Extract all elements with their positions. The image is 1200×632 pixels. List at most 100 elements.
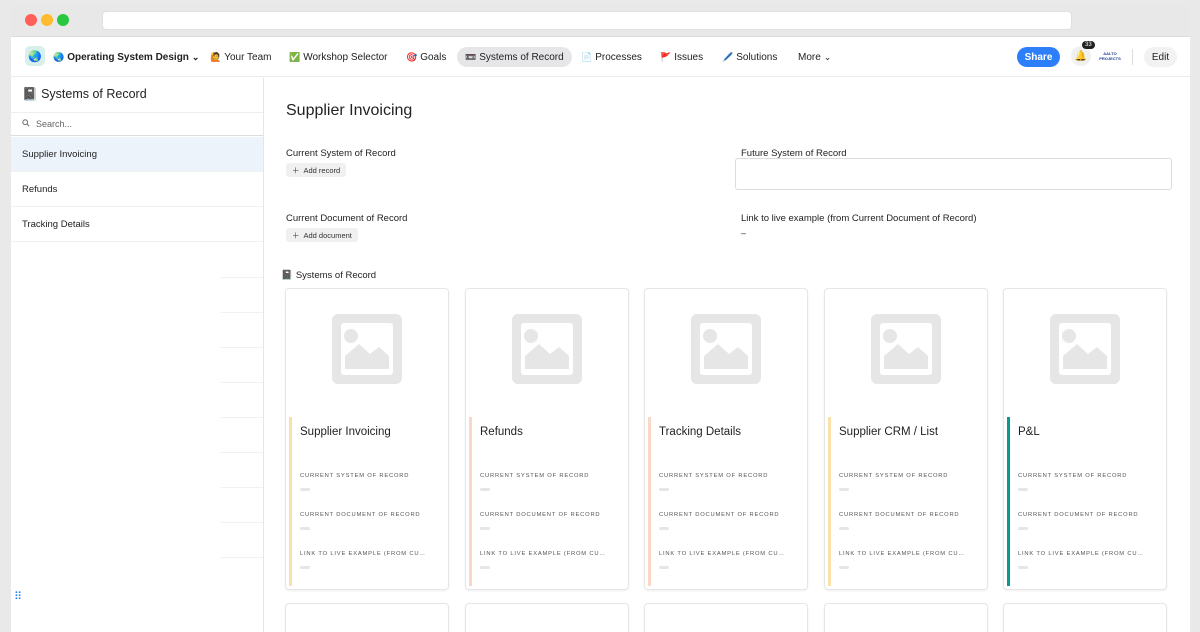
card-field-value: [659, 566, 669, 569]
card-title: Refunds: [480, 426, 523, 438]
tab-processes[interactable]: 📄 Processes: [573, 47, 650, 67]
card-field-value: [659, 527, 669, 530]
card-field-value: [659, 488, 669, 491]
future-system-field[interactable]: [735, 158, 1172, 190]
record-card[interactable]: Tracking Details CURRENT SYSTEM OF RECORD…: [645, 289, 807, 589]
card-field-value: [839, 527, 849, 530]
card-field-label: LINK TO LIVE EXAMPLE (FROM CU…: [839, 551, 965, 557]
tab-solutions[interactable]: 🖊️ Solutions: [714, 47, 785, 67]
tab-label: Systems of Record: [479, 51, 564, 63]
record-card[interactable]: P&L CURRENT SYSTEM OF RECORD CURRENT DOCUM…: [1004, 289, 1166, 589]
card-field-label: CURRENT SYSTEM OF RECORD: [480, 473, 590, 479]
card-field-label: CURRENT DOCUMENT OF RECORD: [480, 512, 601, 518]
notifications-button[interactable]: 🔔: [1071, 46, 1091, 66]
close-window-button[interactable]: [25, 14, 37, 26]
sidebar-item-refunds[interactable]: Refunds: [11, 172, 263, 207]
search-input[interactable]: Search...: [11, 112, 263, 136]
sidebar-item-label: Tracking Details: [22, 218, 90, 230]
maximize-window-button[interactable]: [57, 14, 69, 26]
current-document-label: Current Document of Record: [286, 213, 408, 224]
chevron-down-icon: ⌄: [191, 51, 200, 62]
minimize-window-button[interactable]: [41, 14, 53, 26]
avatar[interactable]: AALTO PROJECTS: [1098, 47, 1122, 65]
add-record-button[interactable]: ＋ Add record: [286, 163, 347, 177]
card-title: Tracking Details: [659, 426, 742, 438]
list-divider: [221, 347, 263, 348]
image-placeholder-icon: [1004, 289, 1166, 409]
sidebar-title-text: Systems of Record: [41, 87, 147, 101]
record-card[interactable]: [1004, 604, 1166, 632]
card-field-value: [480, 527, 490, 530]
tab-label: Your Team: [224, 51, 272, 63]
notification-count-badge: 33: [1082, 41, 1095, 49]
list-divider: [221, 452, 263, 453]
drag-handle-icon[interactable]: ⠿: [14, 590, 22, 603]
search-icon: [22, 119, 30, 129]
document-icon: 📄: [581, 51, 593, 62]
tab-your-team[interactable]: 🙋 Your Team: [202, 47, 279, 67]
tab-label: Processes: [595, 51, 642, 63]
sidebar-item-supplier-invoicing[interactable]: Supplier Invoicing: [11, 137, 263, 172]
card-title: Supplier CRM / List: [839, 426, 939, 438]
globe-icon[interactable]: 🌏: [25, 46, 45, 66]
card-field-label: CURRENT SYSTEM OF RECORD: [659, 473, 769, 479]
chevron-down-icon: ⌄: [823, 51, 832, 62]
record-card[interactable]: Refunds CURRENT SYSTEM OF RECORD CURRENT D…: [466, 289, 628, 589]
target-icon: 🎯: [406, 51, 418, 62]
share-button[interactable]: Share: [1017, 47, 1060, 67]
gallery-title-text: Systems of Record: [295, 270, 377, 281]
list-divider: [221, 417, 263, 418]
record-card[interactable]: [286, 604, 448, 632]
record-card[interactable]: Supplier CRM / List CURRENT SYSTEM OF REC…: [825, 289, 987, 589]
list-divider: [221, 557, 263, 558]
list-divider: [221, 382, 263, 383]
checkmark-icon: ✅: [289, 51, 301, 62]
sidebar-item-label: Refunds: [22, 183, 58, 195]
tab-label: Issues: [674, 51, 704, 63]
current-system-label: Current System of Record: [286, 148, 396, 159]
address-bar[interactable]: [102, 11, 1072, 30]
more-menu[interactable]: More ⌄: [790, 47, 839, 67]
card-field-label: CURRENT SYSTEM OF RECORD: [839, 473, 949, 479]
tab-workshop-selector[interactable]: ✅ Workshop Selector: [281, 47, 396, 67]
record-card[interactable]: [645, 604, 807, 632]
record-card[interactable]: [825, 604, 987, 632]
record-title: Supplier Invoicing: [286, 102, 413, 119]
list-divider: [221, 312, 263, 313]
live-example-link-value: –: [741, 228, 747, 238]
card-field-value: [300, 527, 310, 530]
edit-button[interactable]: Edit: [1144, 47, 1177, 67]
tab-issues[interactable]: 🚩 Issues: [652, 47, 711, 67]
card-title: Supplier Invoicing: [300, 426, 391, 438]
card-field-value: [839, 488, 849, 491]
top-navigation: 🌏 🌏 Operating System Design ⌄ 🙋 Your Tea…: [11, 37, 1190, 77]
record-card[interactable]: [466, 604, 628, 632]
gallery-title: 📓 Systems of Record: [281, 270, 376, 281]
record-detail: Supplier Invoicing Current System of Rec…: [264, 78, 1190, 632]
card-field-value: [300, 488, 310, 491]
videocassette-icon: 📼: [465, 51, 477, 62]
person-raising-hand-icon: 🙋: [210, 51, 222, 62]
list-divider: [221, 522, 263, 523]
color-bar: [289, 417, 292, 586]
card-field-value: [1018, 527, 1028, 530]
card-field-label: LINK TO LIVE EXAMPLE (FROM CU…: [480, 551, 606, 557]
card-field-label: CURRENT DOCUMENT OF RECORD: [659, 512, 780, 518]
card-field-label: LINK TO LIVE EXAMPLE (FROM CU…: [659, 551, 785, 557]
tab-goals[interactable]: 🎯 Goals: [398, 47, 454, 67]
base-title: Operating System Design: [67, 51, 189, 63]
card-field-label: CURRENT DOCUMENT OF RECORD: [839, 512, 960, 518]
image-placeholder-icon: [466, 289, 628, 409]
record-card[interactable]: Supplier Invoicing CURRENT SYSTEM OF RECO…: [286, 289, 448, 589]
card-field-label: CURRENT SYSTEM OF RECORD: [1018, 473, 1128, 479]
card-field-label: CURRENT DOCUMENT OF RECORD: [1018, 512, 1139, 518]
tab-systems-of-record[interactable]: 📼 Systems of Record: [457, 47, 572, 67]
sidebar-item-tracking-details[interactable]: Tracking Details: [11, 207, 263, 242]
card-field-value: [480, 488, 490, 491]
add-document-button[interactable]: ＋ Add document: [286, 228, 358, 242]
notebook-icon: 📓: [281, 270, 293, 281]
base-title-menu[interactable]: 🌏 Operating System Design ⌄: [45, 47, 207, 67]
card-field-value: [480, 566, 490, 569]
color-bar: [1007, 417, 1010, 586]
card-field-label: CURRENT SYSTEM OF RECORD: [300, 473, 410, 479]
